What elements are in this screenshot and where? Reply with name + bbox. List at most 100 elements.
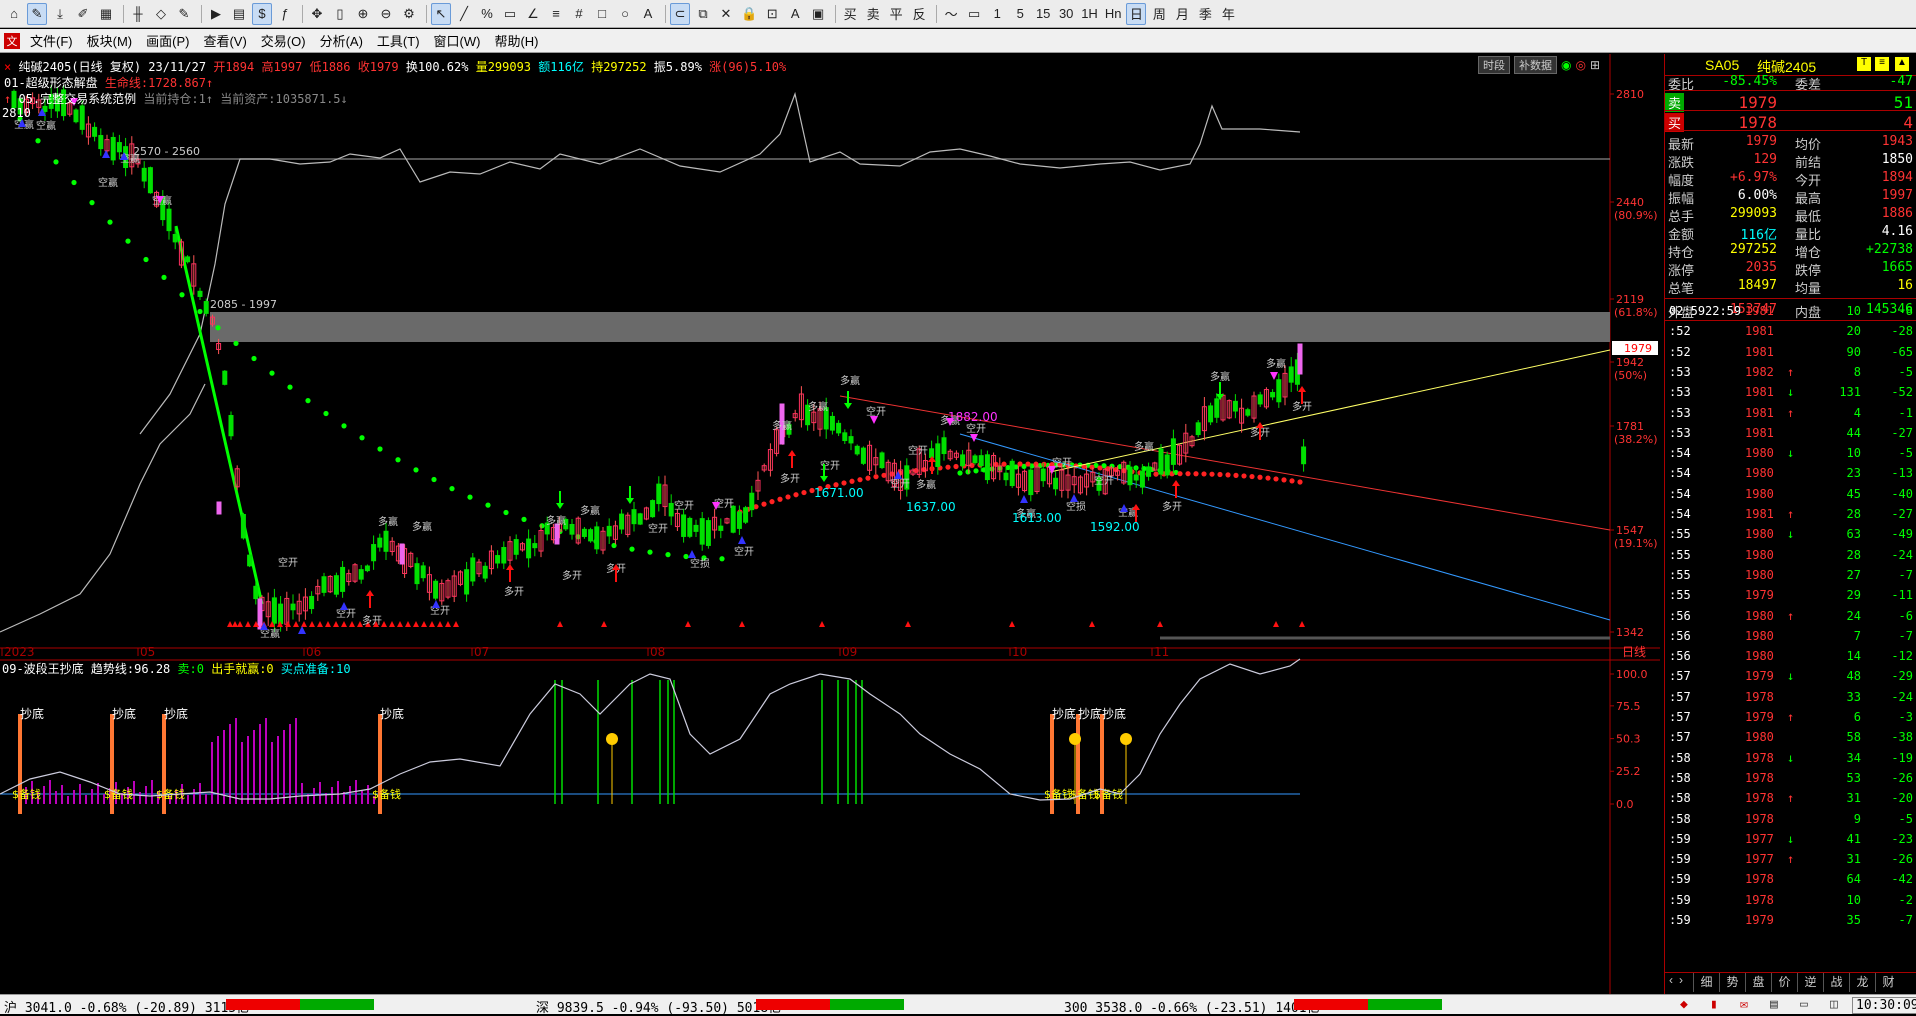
fill-data-button[interactable]: 补数据 bbox=[1514, 56, 1557, 74]
kline-icon[interactable]: ╫ bbox=[128, 3, 148, 25]
hash-icon[interactable]: # bbox=[569, 3, 589, 25]
cycle-5m[interactable]: 5 bbox=[1010, 3, 1030, 25]
kline-chart-area[interactable]: 2810 2440 (80.9%) 2119 (61.8%) 1942 (50%) 1781(… bbox=[0, 54, 1660, 994]
trade-signal-label: 多开 bbox=[1162, 500, 1182, 513]
color-icon[interactable]: A bbox=[785, 3, 805, 25]
lock-icon[interactable]: 🔒 bbox=[739, 3, 759, 25]
quote-tab[interactable]: 盘 bbox=[1745, 973, 1771, 992]
quote-tab[interactable]: 细 bbox=[1693, 973, 1719, 992]
scroll-right-icon[interactable]: › bbox=[1679, 973, 1693, 992]
column-icon[interactable]: ▯ bbox=[330, 3, 350, 25]
quote-tab[interactable]: 价 bbox=[1771, 973, 1797, 992]
magnet-icon[interactable]: ⊂ bbox=[670, 2, 690, 25]
status-icon-2[interactable]: ▮ bbox=[1710, 997, 1718, 1012]
tick-time: :56 bbox=[1669, 628, 1691, 643]
trade-signal-label: 空开 bbox=[1094, 474, 1114, 487]
trend-icon[interactable]: 〜 bbox=[941, 3, 961, 25]
notes-icon[interactable]: ▤ bbox=[229, 3, 249, 25]
download-icon[interactable]: ⤓ bbox=[50, 3, 70, 25]
gear-icon[interactable]: ⚙ bbox=[399, 3, 419, 25]
quote-tab[interactable]: 逆 bbox=[1797, 973, 1823, 992]
expand-icon[interactable]: ⊞ bbox=[1590, 58, 1600, 72]
tick-price: 1980 bbox=[1745, 466, 1774, 481]
delete-icon[interactable]: ✕ bbox=[716, 3, 736, 25]
chart-icon[interactable]: ≡ bbox=[1875, 57, 1889, 71]
text-icon[interactable]: A bbox=[638, 3, 658, 25]
menu-help[interactable]: 帮助(H) bbox=[494, 31, 538, 50]
cycle-hn[interactable]: Hn bbox=[1103, 3, 1124, 25]
buy-button[interactable]: 买 bbox=[840, 3, 860, 25]
zoom-in-icon[interactable]: ⊕ bbox=[353, 3, 373, 25]
scroll-left-icon[interactable]: ‹ bbox=[1665, 973, 1679, 992]
cycle-1m[interactable]: 1 bbox=[987, 3, 1007, 25]
home-icon[interactable]: ⌂ bbox=[4, 3, 24, 25]
cycle-year[interactable]: 年 bbox=[1218, 3, 1238, 25]
collapse-icon[interactable]: ▲ bbox=[1895, 57, 1909, 71]
hs300-index[interactable]: 300 3538.0 -0.66% (-23.51) 1401亿 bbox=[1064, 997, 1320, 1016]
tick-oi-change: -3 bbox=[1898, 710, 1913, 724]
kline-chart-svg[interactable]: 28102440(80.9%)2119(61.8%)1942(50%)1781(… bbox=[0, 54, 1660, 994]
menu-bar: 文 文件(F) 板块(M) 画面(P) 查看(V) 交易(O) 分析(A) 工具… bbox=[0, 29, 1916, 53]
menu-window[interactable]: 窗口(W) bbox=[434, 31, 481, 50]
quote-value: 16 bbox=[1897, 278, 1913, 293]
ruler-icon[interactable]: ▭ bbox=[500, 3, 520, 25]
tick-price: 1981 bbox=[1745, 507, 1774, 521]
menu-view-screen[interactable]: 画面(P) bbox=[146, 31, 189, 50]
reverse-button[interactable]: 反 bbox=[909, 3, 929, 25]
quote-tab[interactable]: 龙 bbox=[1849, 973, 1875, 992]
script-icon[interactable]: ✎ bbox=[174, 3, 194, 25]
signal-triangle bbox=[237, 621, 243, 627]
timeshare-button[interactable]: 时段 bbox=[1478, 56, 1510, 74]
status-icon-3[interactable]: ✉ bbox=[1740, 997, 1748, 1012]
copy-icon[interactable]: ⧉ bbox=[693, 3, 713, 25]
rect-icon[interactable]: □ bbox=[592, 3, 612, 25]
draw-line-icon[interactable]: ✎ bbox=[27, 2, 47, 25]
dollar-icon[interactable]: $ bbox=[252, 2, 272, 25]
status-icon-1[interactable]: ◆ bbox=[1680, 997, 1688, 1012]
menu-tools[interactable]: 工具(T) bbox=[377, 31, 420, 50]
unlock-icon[interactable]: ⊡ bbox=[762, 3, 782, 25]
quote-tabs: ‹ › 细势盘价逆战龙财 bbox=[1665, 972, 1916, 992]
sell-button[interactable]: 卖 bbox=[863, 3, 883, 25]
fib-icon[interactable]: ≡ bbox=[546, 3, 566, 25]
menu-view[interactable]: 查看(V) bbox=[203, 31, 246, 50]
menu-sector[interactable]: 板块(M) bbox=[87, 31, 133, 50]
cycle-30m[interactable]: 30 bbox=[1056, 3, 1076, 25]
percent-icon[interactable]: % bbox=[477, 3, 497, 25]
monitor-icon[interactable]: ▭ bbox=[964, 3, 984, 25]
save-icon[interactable]: ▣ bbox=[808, 3, 828, 25]
cycle-15m[interactable]: 15 bbox=[1033, 3, 1053, 25]
quote-tab[interactable]: 财 bbox=[1875, 973, 1901, 992]
diamond-icon[interactable]: ◇ bbox=[151, 3, 171, 25]
grid-icon[interactable]: ▦ bbox=[96, 3, 116, 25]
cycle-week[interactable]: 周 bbox=[1149, 3, 1169, 25]
status-icon-5[interactable]: ▭ bbox=[1800, 997, 1808, 1012]
status-icon-6[interactable]: ◫ bbox=[1830, 997, 1838, 1012]
globe-icon[interactable]: ◉ bbox=[1561, 58, 1571, 72]
close-button[interactable]: 平 bbox=[886, 3, 906, 25]
edit-icon[interactable]: ✐ bbox=[73, 3, 93, 25]
cursor-icon[interactable]: ↖ bbox=[431, 2, 451, 25]
circle-icon[interactable]: ○ bbox=[615, 3, 635, 25]
status-icon-4[interactable]: ▤ bbox=[1770, 997, 1778, 1012]
cycle-quarter[interactable]: 季 bbox=[1195, 3, 1215, 25]
menu-trade[interactable]: 交易(O) bbox=[261, 31, 306, 50]
cycle-1h[interactable]: 1H bbox=[1079, 3, 1100, 25]
sh-index[interactable]: 沪 3041.0 -0.68% (-20.89) 3115亿 bbox=[4, 997, 249, 1016]
zoom-out-icon[interactable]: ⊖ bbox=[376, 3, 396, 25]
sz-index[interactable]: 深 9839.5 -0.94% (-93.50) 5018亿 bbox=[536, 997, 781, 1016]
line-tool-icon[interactable]: ╱ bbox=[454, 3, 474, 25]
quote-tab[interactable]: 战 bbox=[1823, 973, 1849, 992]
move-icon[interactable]: ✥ bbox=[307, 3, 327, 25]
formula-icon[interactable]: ƒ bbox=[275, 3, 295, 25]
menu-analysis[interactable]: 分析(A) bbox=[320, 31, 363, 50]
play-icon[interactable]: ▶ bbox=[206, 3, 226, 25]
trade-icon[interactable]: T bbox=[1857, 57, 1871, 71]
menu-file[interactable]: 文件(F) bbox=[30, 31, 73, 50]
sar-dot-red bbox=[849, 478, 855, 484]
quote-tab[interactable]: 势 bbox=[1719, 973, 1745, 992]
cycle-month[interactable]: 月 bbox=[1172, 3, 1192, 25]
angle-icon[interactable]: ∠ bbox=[523, 3, 543, 25]
cycle-day[interactable]: 日 bbox=[1126, 2, 1147, 25]
target-icon[interactable]: ◎ bbox=[1575, 58, 1585, 72]
